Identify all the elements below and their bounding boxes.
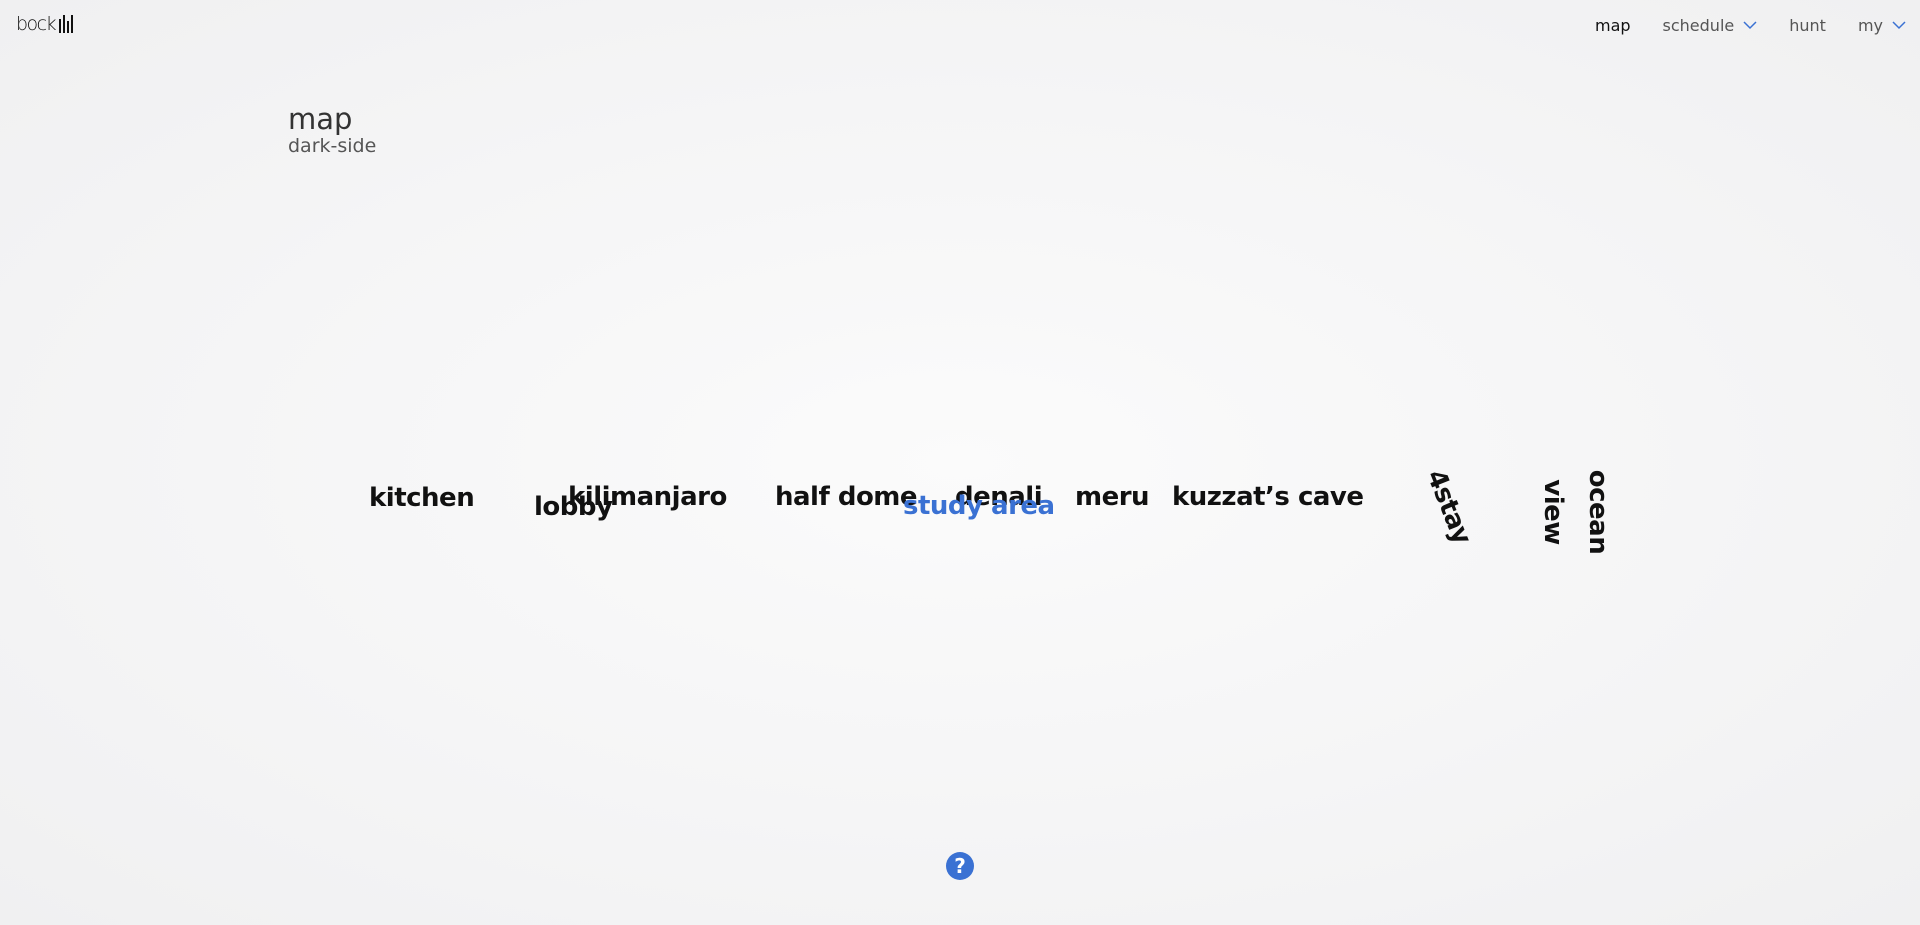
main-nav: map schedule hunt my [1563,16,1906,35]
page-subtitle: dark-side [288,135,377,157]
question-mark-icon: ? [954,854,966,878]
room-view[interactable]: view [1538,479,1568,545]
top-navbar: bock map schedule hunt my [0,0,1920,52]
nav-item-label: map [1594,16,1631,35]
nav-item-my[interactable]: my [1858,16,1906,35]
page-title: map [288,102,353,136]
nav-item-hunt[interactable]: hunt [1789,16,1826,35]
room-4stay[interactable]: 4stay [1420,466,1477,549]
nav-item-label: my [1857,16,1883,35]
logo[interactable]: bock [16,13,74,35]
room-kilimanjaro[interactable]: kilimanjaro [568,482,727,512]
nav-item-map[interactable]: map [1595,16,1631,35]
room-kitchen[interactable]: kitchen [369,483,475,513]
chevron-down-icon [1892,21,1906,30]
room-ocean[interactable]: ocean [1583,470,1613,554]
nav-item-label: hunt [1789,16,1826,35]
nav-item-schedule[interactable]: schedule [1663,16,1758,35]
room-kuzzats-cave[interactable]: kuzzat’s cave [1172,482,1364,512]
logo-text: bock [16,13,57,35]
nav-item-label: schedule [1662,16,1735,35]
chevron-down-icon [1743,21,1757,30]
room-study-area[interactable]: study area [903,491,1055,521]
page-header: map dark-side [288,102,376,158]
help-button[interactable]: ? [946,852,974,880]
room-half-dome[interactable]: half dome [775,482,918,512]
logo-bars-icon [59,15,74,33]
room-meru[interactable]: meru [1075,482,1150,512]
